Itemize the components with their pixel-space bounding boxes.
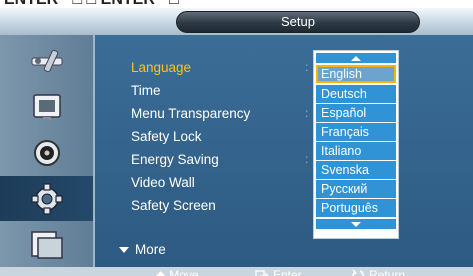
arrow-down-icon (351, 221, 361, 227)
page-title: Setup (176, 11, 420, 33)
enter-icon (255, 269, 269, 276)
footer-return: Return (352, 267, 405, 276)
footer-enter-label: Enter (273, 268, 302, 276)
more-button[interactable]: More (119, 242, 166, 257)
language-option-english[interactable]: English (316, 65, 396, 83)
language-option-russian[interactable]: Русский (316, 180, 396, 198)
chevron-down-icon (119, 246, 129, 253)
menu-item-safety-lock[interactable]: Safety Lock (131, 129, 202, 144)
input-icon (30, 230, 63, 259)
menu-item-safety-screen[interactable]: Safety Screen (131, 198, 216, 213)
menu-item-menu-transparency[interactable]: Menu Transparency (131, 106, 250, 121)
sidebar-item-setup[interactable] (0, 176, 93, 221)
menu-item-time[interactable]: Time (131, 83, 161, 98)
picture-icon (32, 93, 61, 120)
menu-item-video-wall[interactable]: Video Wall (131, 175, 195, 190)
language-option-italiano[interactable]: Italiano (316, 142, 396, 160)
sidebar-item-input[interactable] (0, 222, 93, 267)
setup-panel: Language : Time Menu Transparency : Safe… (95, 35, 473, 267)
language-option-svenska[interactable]: Svenska (316, 161, 396, 179)
language-option-francais[interactable]: Français (316, 123, 396, 141)
return-icon (352, 269, 365, 276)
menu-item-language[interactable]: Language (131, 60, 191, 75)
sidebar-item-tools[interactable] (0, 38, 93, 83)
scroll-up-button[interactable] (316, 53, 396, 63)
language-option-deutsch[interactable]: Deutsch (316, 85, 396, 103)
sidebar-item-picture[interactable] (0, 84, 93, 129)
sidebar-item-sound[interactable] (0, 130, 93, 175)
footer-move-label: Move (169, 268, 199, 276)
footer-move: ◆ Move (156, 267, 199, 276)
menu-transparency-colon: : (305, 106, 309, 120)
menu-item-energy-saving[interactable]: Energy Saving (131, 152, 219, 167)
setup-icon (30, 182, 63, 215)
language-option-portugues[interactable]: Português (316, 199, 396, 217)
move-icon: ◆ (156, 268, 166, 276)
arrow-up-icon (351, 55, 361, 61)
language-colon: : (305, 60, 309, 74)
title-bar: Setup (0, 8, 473, 35)
energy-saving-colon: : (305, 152, 309, 166)
scroll-down-button[interactable] (316, 219, 396, 229)
tools-icon (31, 49, 62, 72)
osd-menu: Setup Language: Time Menu Transparency … (0, 8, 473, 276)
category-sidebar (0, 35, 95, 267)
language-dropdown[interactable]: English Deutsch Español Français Italian… (313, 50, 399, 239)
sound-icon (33, 139, 60, 166)
footer-enter: Enter (255, 267, 302, 276)
footer-bar: ◆ Move Enter Return (0, 267, 473, 276)
language-option-espanol[interactable]: Español (316, 104, 396, 122)
more-label: More (135, 242, 166, 257)
footer-return-label: Return (369, 268, 406, 276)
